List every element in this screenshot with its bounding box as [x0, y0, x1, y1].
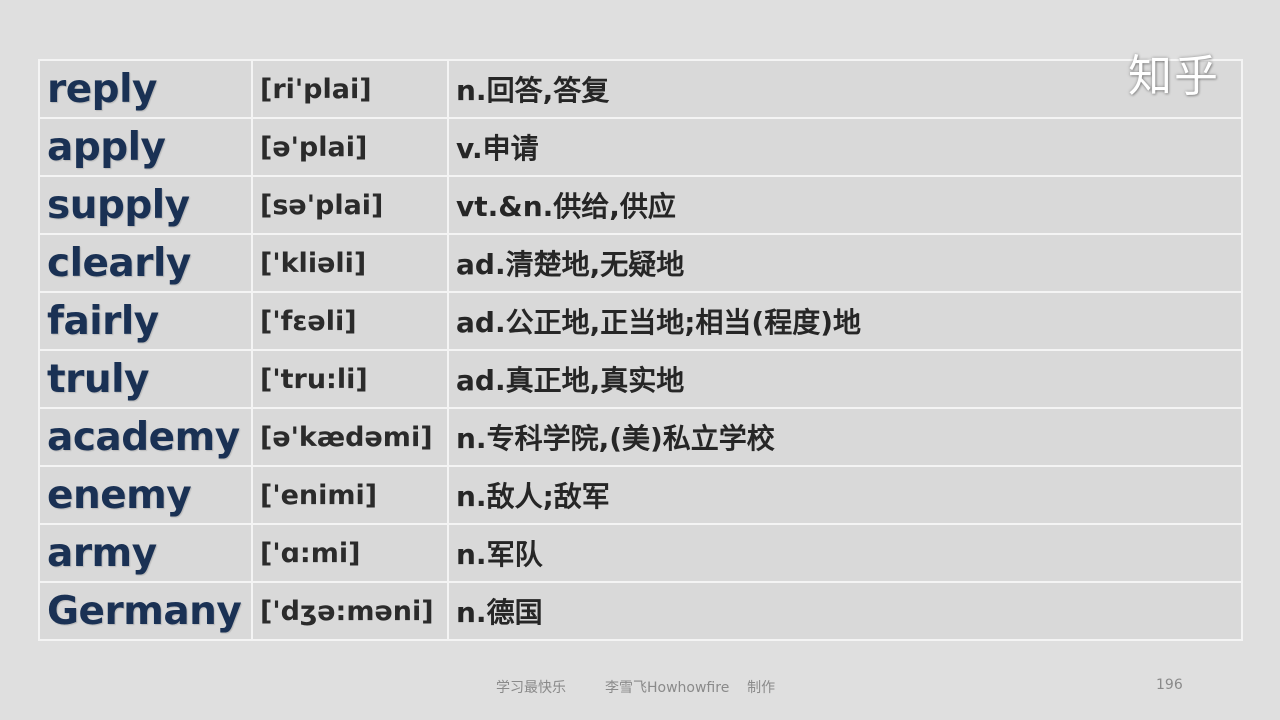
word: truly [47, 356, 149, 402]
word: fairly [47, 298, 159, 344]
word-cell: enemy [38, 465, 253, 525]
zhihu-watermark: 知乎 [1128, 51, 1220, 102]
phonetic: ['tru:li] [260, 363, 368, 395]
footer-credit: 李雪飞Howhowfire 制作 [605, 680, 776, 696]
ipa-cell: ['dʒə:məni] [251, 581, 449, 641]
meaning: ad.公正地,正当地;相当(程度)地 [456, 306, 862, 339]
meaning: n.回答,答复 [456, 74, 610, 107]
ipa-cell: [ə'kædəmi] [251, 407, 449, 467]
word: apply [47, 124, 166, 170]
meaning: n.敌人;敌军 [456, 480, 610, 513]
table-row: Germany ['dʒə:məni] n.德国 [38, 581, 1243, 641]
word: academy [47, 414, 240, 460]
footer-slogan: 学习最快乐 [496, 680, 566, 696]
word-cell: army [38, 523, 253, 583]
word: clearly [47, 240, 191, 286]
meaning: v.申请 [456, 132, 539, 165]
word-cell: supply [38, 175, 253, 235]
table-row: army ['ɑ:mi] n.军队 [38, 523, 1243, 583]
phonetic: ['kliəli] [260, 247, 367, 279]
meaning-cell: ad.公正地,正当地;相当(程度)地 [447, 291, 1243, 351]
phonetic: [ri'plai] [260, 73, 372, 105]
phonetic: [sə'plai] [260, 189, 384, 221]
word-cell: apply [38, 117, 253, 177]
table-row: enemy ['enimi] n.敌人;敌军 [38, 465, 1243, 525]
meaning-cell: n.军队 [447, 523, 1243, 583]
table-row: apply [ə'plai] v.申请 [38, 117, 1243, 177]
ipa-cell: ['kliəli] [251, 233, 449, 293]
slide: reply [ri'plai] n.回答,答复 apply [ə'plai] v… [0, 0, 1280, 720]
word: Germany [47, 588, 242, 634]
phonetic: [ə'kædəmi] [260, 421, 433, 453]
word: enemy [47, 472, 192, 518]
page-number: 196 [1156, 677, 1183, 693]
meaning: vt.&n.供给,供应 [456, 190, 676, 223]
table-row: reply [ri'plai] n.回答,答复 [38, 59, 1243, 119]
word-cell: truly [38, 349, 253, 409]
word: reply [47, 66, 157, 112]
meaning-cell: ad.清楚地,无疑地 [447, 233, 1243, 293]
word-cell: reply [38, 59, 253, 119]
ipa-cell: [ri'plai] [251, 59, 449, 119]
table-row: truly ['tru:li] ad.真正地,真实地 [38, 349, 1243, 409]
meaning-cell: n.德国 [447, 581, 1243, 641]
meaning: n.军队 [456, 538, 543, 571]
phonetic: [ə'plai] [260, 131, 368, 163]
meaning-cell: v.申请 [447, 117, 1243, 177]
meaning: n.德国 [456, 596, 543, 629]
ipa-cell: [ə'plai] [251, 117, 449, 177]
word: army [47, 530, 157, 576]
ipa-cell: ['ɑ:mi] [251, 523, 449, 583]
phonetic: ['dʒə:məni] [260, 595, 434, 627]
word-cell: Germany [38, 581, 253, 641]
meaning-cell: n.专科学院,(美)私立学校 [447, 407, 1243, 467]
table-row: academy [ə'kædəmi] n.专科学院,(美)私立学校 [38, 407, 1243, 467]
phonetic: ['enimi] [260, 479, 378, 511]
word-cell: fairly [38, 291, 253, 351]
ipa-cell: ['enimi] [251, 465, 449, 525]
table-row: supply [sə'plai] vt.&n.供给,供应 [38, 175, 1243, 235]
table-row: clearly ['kliəli] ad.清楚地,无疑地 [38, 233, 1243, 293]
ipa-cell: [sə'plai] [251, 175, 449, 235]
word: supply [47, 182, 190, 228]
vocab-table: reply [ri'plai] n.回答,答复 apply [ə'plai] v… [38, 59, 1243, 641]
word-cell: academy [38, 407, 253, 467]
ipa-cell: ['tru:li] [251, 349, 449, 409]
meaning-cell: n.敌人;敌军 [447, 465, 1243, 525]
meaning: n.专科学院,(美)私立学校 [456, 422, 775, 455]
phonetic: ['ɑ:mi] [260, 537, 361, 569]
word-cell: clearly [38, 233, 253, 293]
table-row: fairly ['fεəli] ad.公正地,正当地;相当(程度)地 [38, 291, 1243, 351]
meaning-cell: ad.真正地,真实地 [447, 349, 1243, 409]
meaning: ad.真正地,真实地 [456, 364, 685, 397]
phonetic: ['fεəli] [260, 305, 357, 337]
ipa-cell: ['fεəli] [251, 291, 449, 351]
meaning-cell: vt.&n.供给,供应 [447, 175, 1243, 235]
meaning-cell: n.回答,答复 [447, 59, 1243, 119]
meaning: ad.清楚地,无疑地 [456, 248, 685, 281]
